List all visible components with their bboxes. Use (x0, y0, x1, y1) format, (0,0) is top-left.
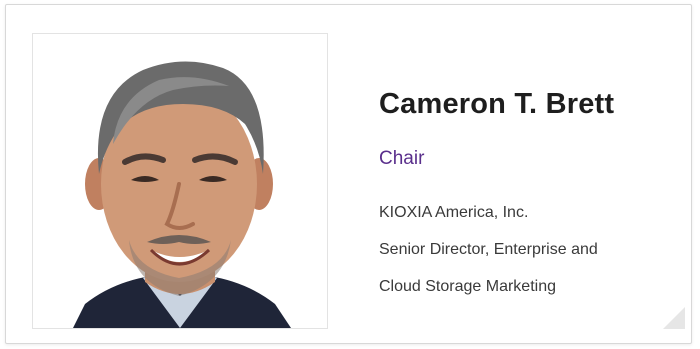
profile-photo (32, 33, 328, 329)
person-details: KIOXIA America, Inc. Senior Director, En… (379, 194, 684, 305)
profile-card: Cameron T. Brett Chair KIOXIA America, I… (5, 4, 692, 344)
resize-corner-icon (663, 307, 685, 329)
person-role: Chair (379, 148, 425, 169)
company-name: KIOXIA America, Inc. (379, 204, 529, 221)
job-title-line-2: Cloud Storage Marketing (379, 278, 556, 295)
job-title-line-1: Senior Director, Enterprise and (379, 241, 598, 258)
person-name: Cameron T. Brett (379, 88, 615, 120)
profile-info: Cameron T. Brett Chair KIOXIA America, I… (379, 87, 684, 305)
